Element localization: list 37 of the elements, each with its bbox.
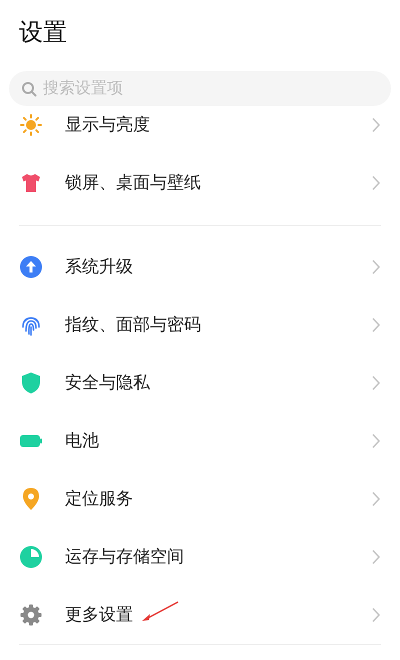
pie-chart-icon (19, 545, 43, 569)
chevron-right-icon (371, 175, 381, 191)
item-label: 锁屏、桌面与壁纸 (65, 172, 201, 194)
settings-icon (19, 603, 43, 627)
item-label: 显示与亮度 (65, 114, 150, 136)
chevron-right-icon (371, 549, 381, 565)
settings-item[interactable]: 运存与存储空间 (19, 528, 381, 586)
settings-item[interactable]: 系统升级 (19, 238, 381, 296)
chevron-right-icon (371, 433, 381, 449)
chevron-right-icon (371, 259, 381, 275)
settings-item[interactable]: 定位服务 (19, 470, 381, 528)
item-label: 指纹、面部与密码 (65, 314, 201, 336)
upgrade-icon (19, 255, 43, 279)
shield-icon (19, 371, 43, 395)
chevron-right-icon (371, 491, 381, 507)
item-label: 运存与存储空间 (65, 546, 184, 568)
settings-item[interactable]: 更多设置 (19, 586, 381, 644)
page-title: 设置 (19, 18, 68, 48)
shirt-icon (19, 171, 43, 195)
settings-item[interactable]: 锁屏、桌面与壁纸 (19, 154, 381, 212)
chevron-right-icon (371, 375, 381, 391)
annotation-arrow (140, 600, 180, 624)
item-label: 系统升级 (65, 256, 133, 278)
item-label: 安全与隐私 (65, 372, 150, 394)
settings-item[interactable]: 电池 (19, 412, 381, 470)
settings-item[interactable]: 安全与隐私 (19, 354, 381, 412)
item-label: 更多设置 (65, 604, 133, 626)
search-icon (21, 81, 37, 97)
chevron-right-icon (371, 607, 381, 623)
chevron-right-icon (371, 117, 381, 133)
settings-item[interactable]: 显示与亮度 (19, 106, 381, 154)
settings-item[interactable]: 指纹、面部与密码 (19, 296, 381, 354)
chevron-right-icon (371, 317, 381, 333)
item-label: 电池 (65, 430, 99, 452)
search-field[interactable]: 搜索设置项 (9, 71, 391, 106)
sun-icon (19, 113, 43, 137)
item-label: 定位服务 (65, 488, 133, 510)
